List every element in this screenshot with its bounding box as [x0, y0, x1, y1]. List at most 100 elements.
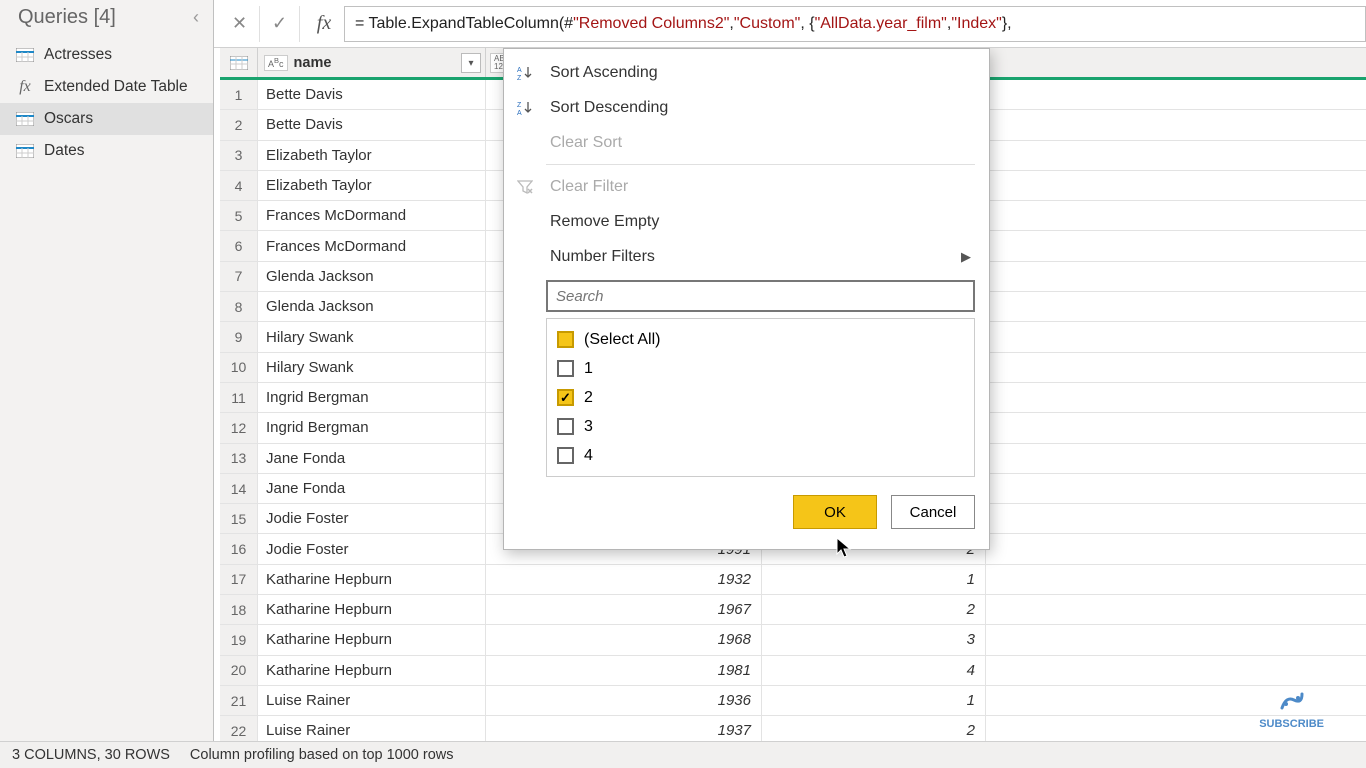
checkbox-icon	[557, 447, 574, 464]
column-filter-button[interactable]: ▾	[461, 53, 481, 73]
row-number: 11	[220, 383, 258, 412]
collapse-panel-icon[interactable]: ‹	[193, 7, 199, 28]
svg-text:A: A	[517, 67, 522, 74]
cell-name[interactable]: Jane Fonda	[258, 474, 486, 503]
row-number: 22	[220, 716, 258, 741]
mouse-cursor-icon	[835, 536, 855, 566]
sort-ascending-item[interactable]: AZ Sort Ascending	[504, 55, 989, 90]
cell-index[interactable]: 1	[762, 565, 986, 594]
filter-values-list: (Select All) 1✓234	[546, 318, 975, 477]
queries-panel: Queries [4] ‹ ActressesfxExtended Date T…	[0, 0, 214, 741]
cell-year[interactable]: 1981	[486, 656, 762, 685]
filter-value-row[interactable]: 4	[557, 441, 964, 470]
cell-name[interactable]: Luise Rainer	[258, 716, 486, 741]
query-item-actresses[interactable]: Actresses	[0, 39, 213, 71]
cell-name[interactable]: Katharine Hepburn	[258, 565, 486, 594]
subscribe-badge[interactable]: SUBSCRIBE	[1259, 686, 1324, 730]
table-row[interactable]: 17Katharine Hepburn19321	[220, 565, 1366, 595]
svg-text:A: A	[517, 110, 522, 116]
filter-value-row[interactable]: ✓2	[557, 383, 964, 412]
table-icon	[14, 46, 36, 64]
table-row[interactable]: 21Luise Rainer19361	[220, 686, 1366, 716]
filter-search-input[interactable]	[546, 280, 975, 312]
cell-index[interactable]: 2	[762, 716, 986, 741]
cell-name[interactable]: Luise Rainer	[258, 686, 486, 715]
formula-bar: ✕ ✓ fx = Table.ExpandTableColumn(#"Remov…	[214, 0, 1366, 48]
table-row[interactable]: 22Luise Rainer19372	[220, 716, 1366, 741]
cell-index[interactable]: 4	[762, 656, 986, 685]
clear-filter-icon	[514, 180, 536, 194]
query-label: Dates	[44, 142, 85, 160]
select-all-checkbox[interactable]: (Select All)	[557, 325, 964, 354]
cell-name[interactable]: Jane Fonda	[258, 444, 486, 473]
number-filters-item[interactable]: Number Filters ▶	[504, 239, 989, 274]
cell-name[interactable]: Katharine Hepburn	[258, 656, 486, 685]
cell-index[interactable]: 3	[762, 625, 986, 654]
confirm-formula-icon[interactable]: ✓	[260, 6, 300, 42]
select-all-corner[interactable]	[220, 48, 258, 77]
cell-name[interactable]: Frances McDormand	[258, 201, 486, 230]
query-item-oscars[interactable]: Oscars	[0, 103, 213, 135]
filter-popup: AZ Sort Ascending ZA Sort Descending Cle…	[503, 48, 990, 550]
cell-name[interactable]: Jodie Foster	[258, 504, 486, 533]
query-label: Actresses	[44, 46, 112, 64]
row-number: 12	[220, 413, 258, 442]
cell-index[interactable]: 1	[762, 686, 986, 715]
row-number: 1	[220, 80, 258, 109]
cell-name[interactable]: Bette Davis	[258, 110, 486, 139]
row-number: 5	[220, 201, 258, 230]
row-number: 21	[220, 686, 258, 715]
row-number: 3	[220, 141, 258, 170]
row-number: 8	[220, 292, 258, 321]
cancel-formula-icon[interactable]: ✕	[220, 6, 260, 42]
cell-name[interactable]: Elizabeth Taylor	[258, 171, 486, 200]
cell-name[interactable]: Hilary Swank	[258, 322, 486, 351]
query-label: Extended Date Table	[44, 78, 188, 96]
filter-value-row[interactable]: 1	[557, 354, 964, 383]
cell-year[interactable]: 1937	[486, 716, 762, 741]
cell-name[interactable]: Ingrid Bergman	[258, 413, 486, 442]
cell-year[interactable]: 1967	[486, 595, 762, 624]
cell-year[interactable]: 1936	[486, 686, 762, 715]
cell-year[interactable]: 1932	[486, 565, 762, 594]
cell-name[interactable]: Hilary Swank	[258, 353, 486, 382]
cell-name[interactable]: Elizabeth Taylor	[258, 141, 486, 170]
checkbox-icon	[557, 418, 574, 435]
sort-descending-item[interactable]: ZA Sort Descending	[504, 90, 989, 125]
cell-name[interactable]: Frances McDormand	[258, 231, 486, 260]
cell-name[interactable]: Glenda Jackson	[258, 262, 486, 291]
clear-filter-item: Clear Filter	[504, 169, 989, 204]
checkbox-mixed-icon	[557, 331, 574, 348]
row-number: 16	[220, 534, 258, 563]
cell-name[interactable]: Glenda Jackson	[258, 292, 486, 321]
table-row[interactable]: 19Katharine Hepburn19683	[220, 625, 1366, 655]
formula-input[interactable]: = Table.ExpandTableColumn(#"Removed Colu…	[344, 6, 1366, 42]
checkbox-icon	[557, 360, 574, 377]
remove-empty-item[interactable]: Remove Empty	[504, 204, 989, 239]
cell-name[interactable]: Katharine Hepburn	[258, 625, 486, 654]
table-row[interactable]: 20Katharine Hepburn19814	[220, 656, 1366, 686]
column-header-name[interactable]: ABc name ▾	[258, 48, 486, 77]
table-row[interactable]: 18Katharine Hepburn19672	[220, 595, 1366, 625]
cell-name[interactable]: Katharine Hepburn	[258, 595, 486, 624]
cell-name[interactable]: Jodie Foster	[258, 534, 486, 563]
ok-button[interactable]: OK	[793, 495, 877, 529]
svg-text:Z: Z	[517, 75, 522, 81]
table-icon	[14, 110, 36, 128]
query-item-dates[interactable]: Dates	[0, 135, 213, 167]
cell-name[interactable]: Ingrid Bergman	[258, 383, 486, 412]
fx-icon: fx	[14, 78, 36, 96]
query-item-extended-date-table[interactable]: fx Extended Date Table	[0, 71, 213, 103]
filter-value-row[interactable]: 3	[557, 412, 964, 441]
cell-index[interactable]: 2	[762, 595, 986, 624]
checkbox-checked-icon: ✓	[557, 389, 574, 406]
cell-year[interactable]: 1968	[486, 625, 762, 654]
status-bar: 3 COLUMNS, 30 ROWS Column profiling base…	[0, 741, 1366, 768]
row-number: 15	[220, 504, 258, 533]
row-number: 2	[220, 110, 258, 139]
row-number: 7	[220, 262, 258, 291]
cancel-button[interactable]: Cancel	[891, 495, 975, 529]
cell-name[interactable]: Bette Davis	[258, 80, 486, 109]
status-columns-rows: 3 COLUMNS, 30 ROWS	[12, 747, 170, 763]
submenu-arrow-icon: ▶	[961, 249, 971, 265]
